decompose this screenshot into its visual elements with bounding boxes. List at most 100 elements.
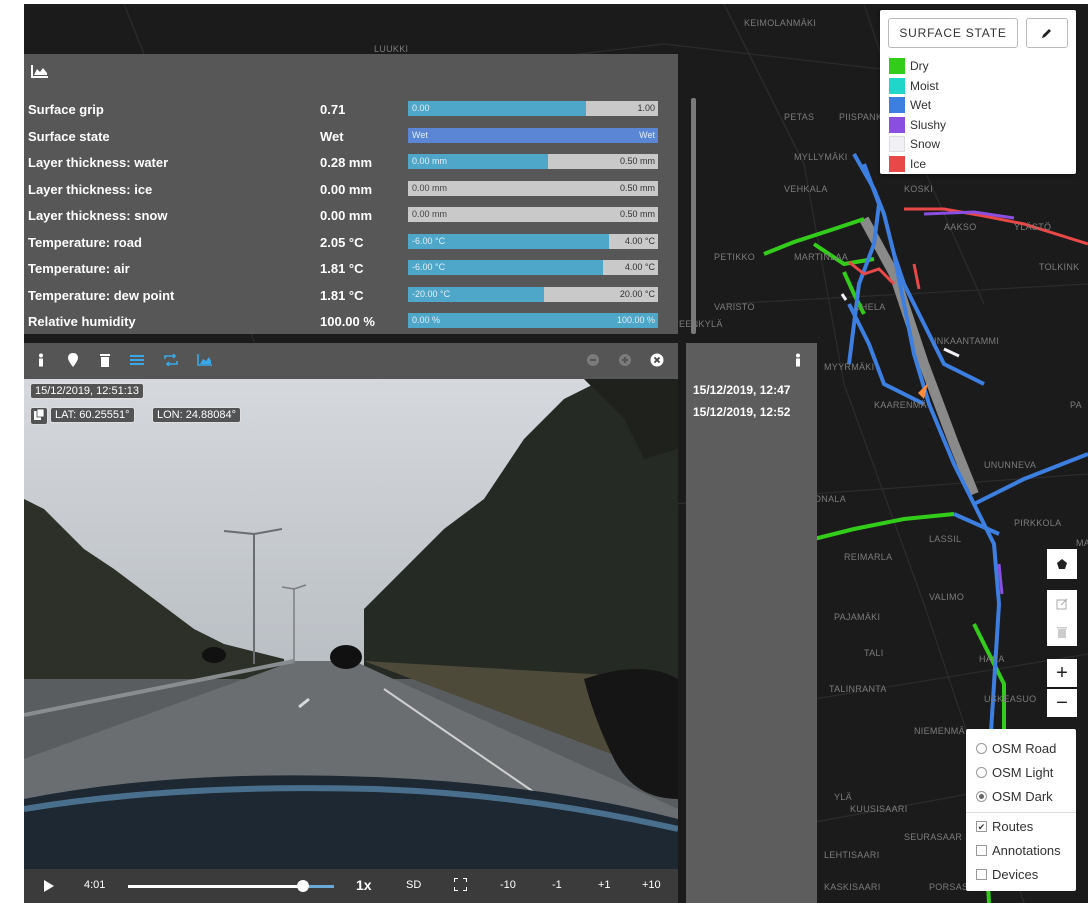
radio-button[interactable] bbox=[976, 791, 987, 802]
info-icon[interactable] bbox=[794, 353, 802, 372]
range-max: 0.50 mm bbox=[619, 209, 655, 219]
edit-button[interactable] bbox=[1026, 18, 1068, 48]
surface-state-button[interactable]: SURFACE STATE bbox=[888, 18, 1018, 48]
sensor-range-bar: -6.00 °C 4.00 °C bbox=[408, 233, 658, 249]
map-place-label: TALINRANTA bbox=[829, 684, 887, 694]
legend-label: Slushy bbox=[910, 117, 947, 132]
area-chart-icon[interactable] bbox=[31, 64, 49, 83]
map-place-label: NIEMENMÄ bbox=[914, 726, 965, 736]
legend-swatch bbox=[889, 116, 905, 133]
map-place-label: PORSAS bbox=[929, 882, 969, 892]
range-min: Wet bbox=[412, 129, 428, 140]
map-place-label: KOSKI bbox=[904, 184, 934, 194]
basemap-option[interactable]: OSM Road bbox=[976, 741, 1056, 756]
basemap-label: OSM Road bbox=[992, 741, 1057, 756]
range-max: 100.00 % bbox=[616, 315, 655, 325]
legend-label: Snow bbox=[910, 137, 941, 151]
timestamp-item[interactable]: 15/12/2019, 12:47 bbox=[693, 383, 790, 397]
overlay-option[interactable]: Devices bbox=[976, 867, 1038, 882]
video-timestamp: 15/12/2019, 12:51:13 bbox=[30, 383, 144, 399]
sensor-range-bar: -6.00 °C 4.00 °C bbox=[408, 260, 658, 275]
legend-label: Dry bbox=[910, 59, 929, 73]
zoom-in-icon[interactable] bbox=[616, 351, 634, 369]
skip-forward-10-button[interactable]: +10 bbox=[642, 879, 661, 891]
range-max: 20.00 °C bbox=[619, 288, 655, 299]
zoom-out-button[interactable]: − bbox=[1047, 689, 1077, 717]
overlay-option[interactable]: ✔ Routes bbox=[976, 819, 1033, 834]
radio-button[interactable] bbox=[976, 743, 987, 754]
close-icon[interactable] bbox=[648, 351, 666, 369]
map-place-label: TALI bbox=[864, 648, 884, 658]
legend-swatch bbox=[889, 136, 905, 152]
range-max: 1.00 bbox=[637, 103, 655, 113]
trash-icon bbox=[1057, 627, 1067, 638]
sensor-label: Relative humidity bbox=[28, 314, 136, 329]
location-pin-icon[interactable] bbox=[64, 351, 82, 369]
draw-polygon-button[interactable] bbox=[1047, 549, 1077, 579]
legend-label: Wet bbox=[910, 98, 932, 112]
play-icon[interactable] bbox=[44, 880, 54, 895]
map-place-label: KUUSISAARI bbox=[850, 804, 908, 814]
scrollbar[interactable] bbox=[691, 98, 696, 334]
map-place-label: PETIKKO bbox=[714, 252, 756, 262]
zoom-in-button[interactable]: + bbox=[1047, 659, 1077, 687]
map-place-label: UHELA bbox=[854, 302, 886, 312]
basemap-option[interactable]: OSM Light bbox=[976, 765, 1053, 780]
polygon-icon bbox=[1057, 559, 1067, 569]
range-min: 0.00 mm bbox=[412, 156, 448, 166]
list-icon[interactable] bbox=[128, 351, 146, 369]
legend-swatch bbox=[889, 97, 905, 113]
map-place-label: LUUKKI bbox=[374, 44, 409, 54]
sensor-label: Temperature: road bbox=[28, 234, 142, 250]
checkbox[interactable] bbox=[976, 869, 987, 880]
edit-icon bbox=[1056, 598, 1068, 610]
progress-slider[interactable] bbox=[128, 880, 334, 892]
map-place-label: MYYRMÄKI bbox=[824, 362, 875, 372]
skip-forward-1-button[interactable]: +1 bbox=[598, 879, 611, 891]
sensor-label: Layer thickness: ice bbox=[28, 181, 153, 197]
basemap-option[interactable]: OSM Dark bbox=[976, 789, 1053, 804]
sensor-label: Surface state bbox=[28, 128, 110, 144]
sensor-row: Layer thickness: snow 0.00 mm 0.00 mm 0.50 … bbox=[24, 204, 670, 226]
legend-label: Moist bbox=[910, 78, 939, 93]
fullscreen-icon[interactable] bbox=[453, 877, 468, 894]
checkbox[interactable] bbox=[976, 845, 987, 856]
sensor-range-bar: 0.00 mm 0.50 mm bbox=[408, 207, 658, 222]
info-icon[interactable] bbox=[32, 351, 50, 369]
map-place-label: PIISPANK bbox=[839, 112, 883, 122]
video-frame[interactable]: 15/12/2019, 12:51:13 LAT: 60.25551° LON:… bbox=[24, 379, 678, 869]
basemap-label: OSM Light bbox=[992, 765, 1054, 780]
video-panel: 15/12/2019, 12:51:13 LAT: 60.25551° LON:… bbox=[24, 343, 678, 903]
delete-layers-button[interactable] bbox=[1047, 618, 1077, 646]
sensor-data-panel: Surface grip 0.71 0.00 1.00 Surface state Wet… bbox=[24, 54, 696, 334]
map-place-label: AAKSO bbox=[944, 222, 977, 232]
zoom-out-icon[interactable] bbox=[584, 351, 602, 369]
sensor-row: Relative humidity 100.00 % 0.00 % 100.00 % bbox=[24, 310, 670, 332]
repeat-icon[interactable] bbox=[162, 351, 180, 369]
skip-back-1-button[interactable]: -1 bbox=[552, 879, 562, 891]
sensor-value: 2.05 °C bbox=[320, 234, 364, 250]
progress-handle[interactable] bbox=[297, 880, 310, 892]
sensor-value: 0.71 bbox=[320, 102, 346, 117]
quality-toggle[interactable]: SD bbox=[406, 879, 421, 891]
legend-swatch bbox=[889, 77, 905, 94]
radio-button[interactable] bbox=[976, 767, 987, 778]
checkbox[interactable]: ✔ bbox=[976, 821, 987, 832]
playback-speed[interactable]: 1x bbox=[356, 877, 372, 893]
legend-swatch bbox=[889, 155, 905, 172]
edit-layers-button[interactable] bbox=[1047, 590, 1077, 618]
range-min: 0.00 % bbox=[412, 315, 441, 325]
trash-icon[interactable] bbox=[96, 351, 114, 369]
sensor-row: Layer thickness: water 0.28 mm 0.00 mm 0.50… bbox=[24, 151, 670, 173]
skip-back-10-button[interactable]: -10 bbox=[500, 879, 516, 891]
copy-icon[interactable] bbox=[30, 407, 48, 425]
map-place-label: YLÄ bbox=[834, 792, 852, 802]
timestamp-item[interactable]: 15/12/2019, 12:52 bbox=[693, 405, 790, 419]
sensor-label: Layer thickness: snow bbox=[28, 208, 168, 223]
range-min: -6.00 °C bbox=[412, 262, 446, 272]
area-chart-icon[interactable] bbox=[196, 351, 214, 369]
map-place-label: VEHKALA bbox=[784, 184, 828, 194]
overlay-option[interactable]: Annotations bbox=[976, 843, 1061, 858]
current-time: 4:01 bbox=[84, 879, 106, 891]
sensor-row: Layer thickness: ice 0.00 mm 0.00 mm 0.50 m… bbox=[24, 178, 670, 200]
